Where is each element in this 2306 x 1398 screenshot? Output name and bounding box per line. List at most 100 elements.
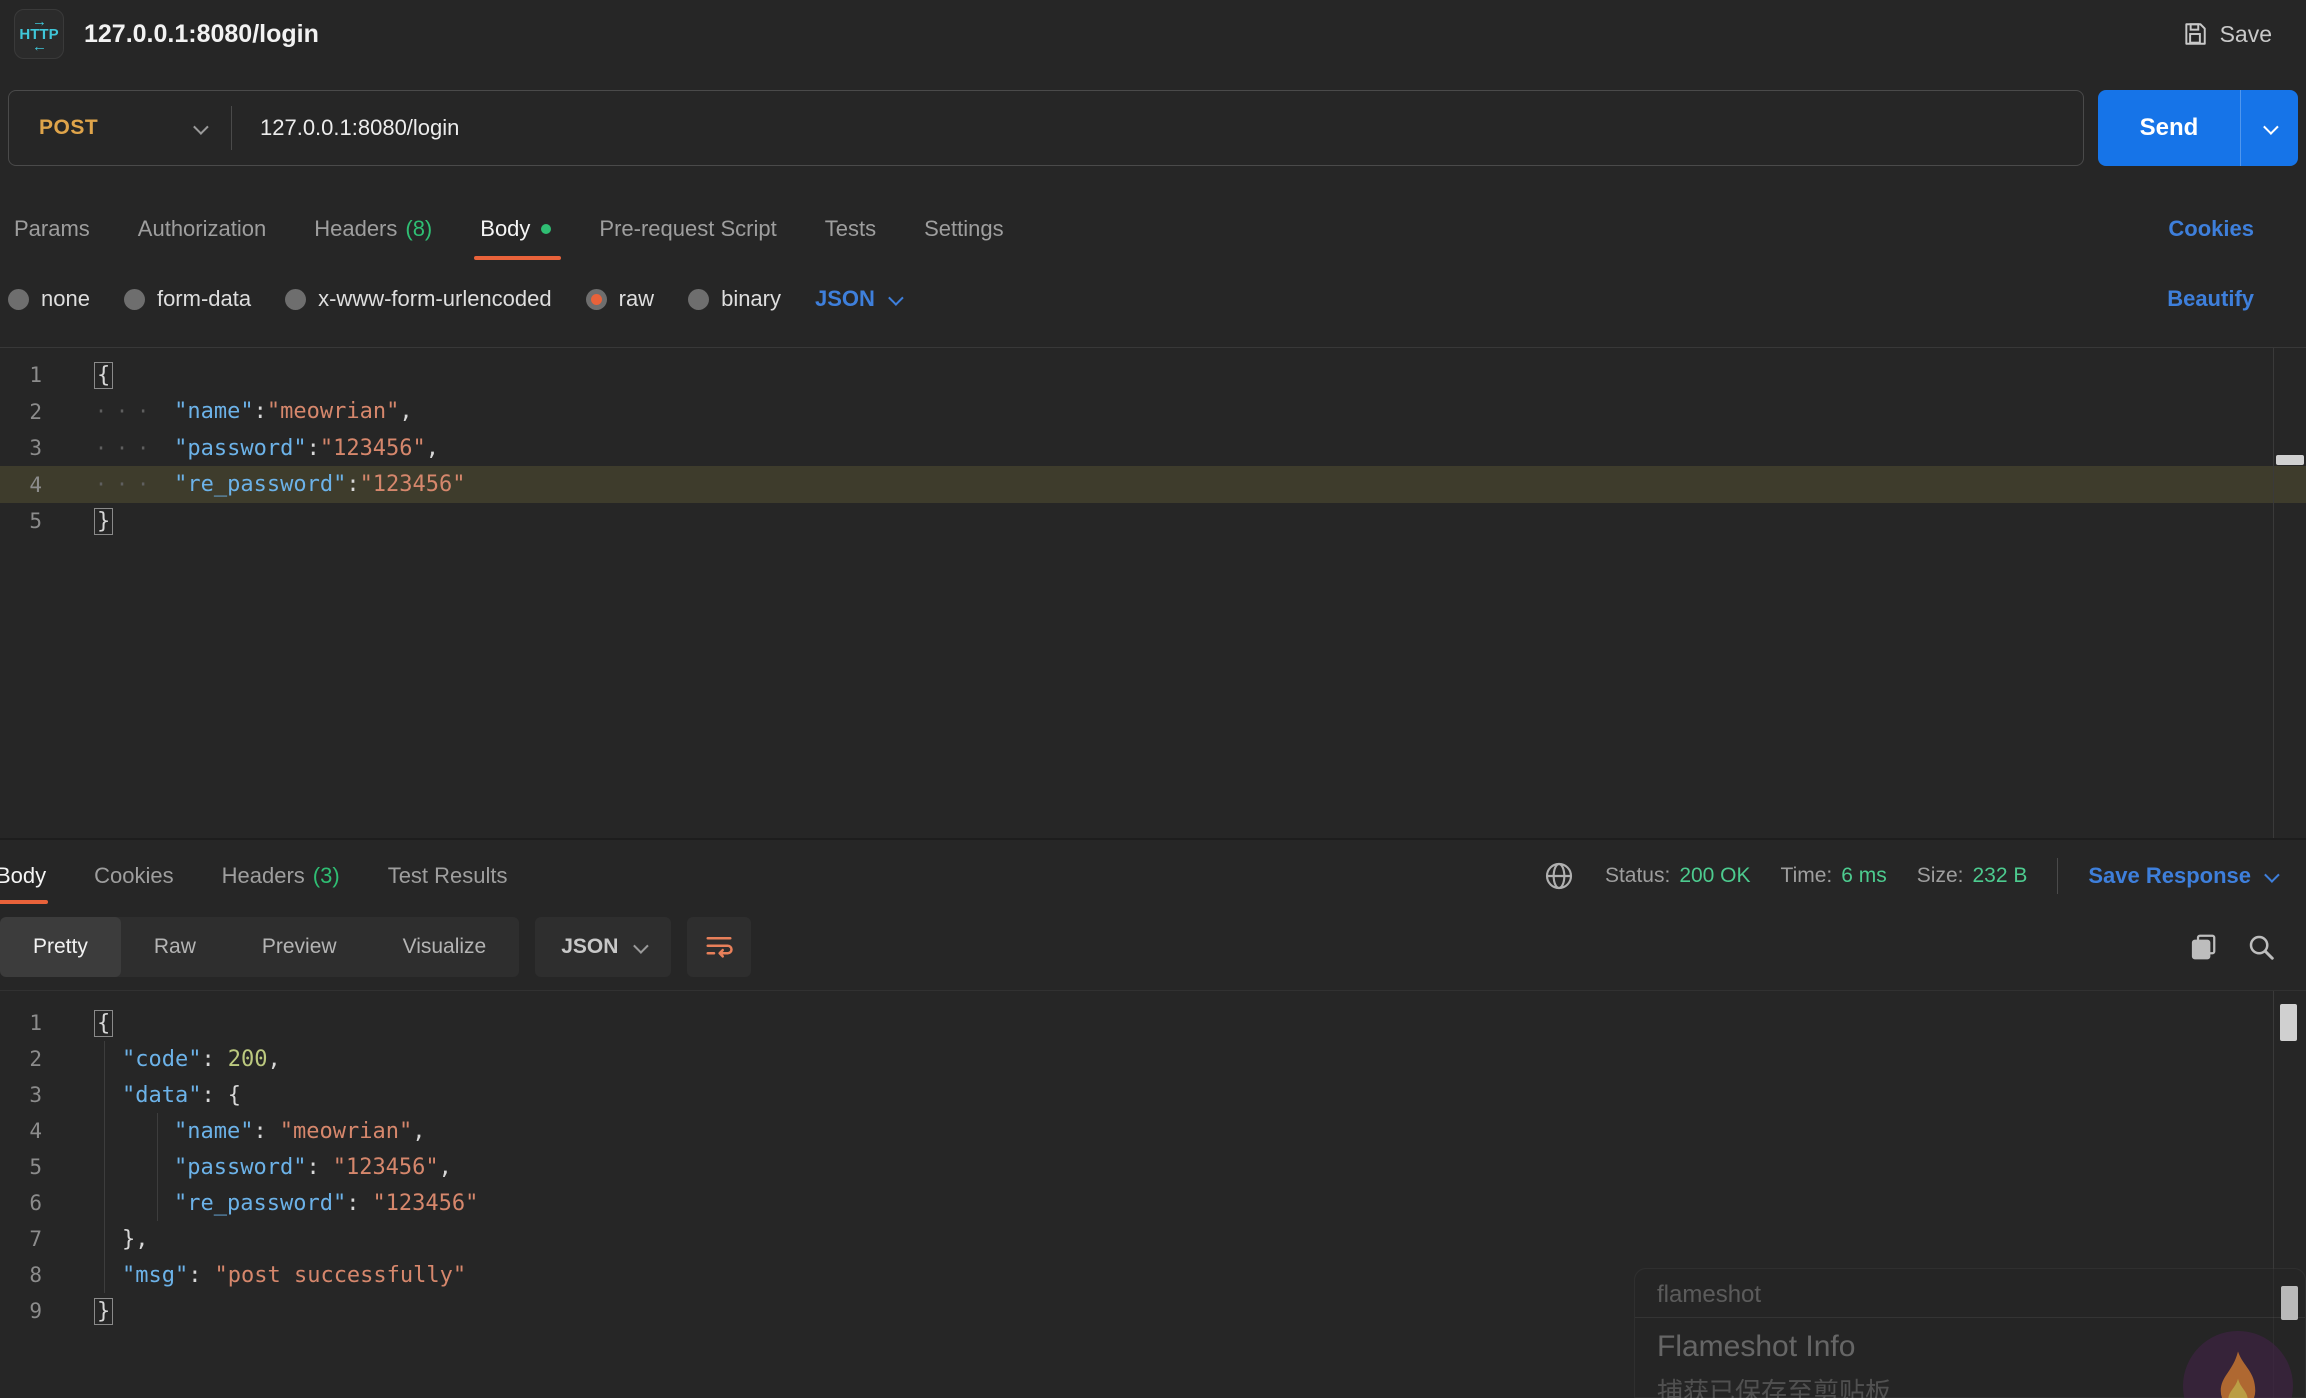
body-type-bar: none form-data x-www-form-urlencoded raw… (8, 270, 2276, 328)
response-toolbar: Pretty Raw Preview Visualize JSON (0, 915, 2276, 979)
response-tab-test-results[interactable]: Test Results (364, 848, 532, 904)
active-tab-underline (474, 256, 561, 260)
method-label: POST (39, 116, 98, 140)
code-line-current: 4 ···"re_password":"123456" (0, 467, 2306, 504)
view-visualize[interactable]: Visualize (370, 917, 520, 977)
radio-form-data[interactable]: form-data (124, 286, 251, 312)
save-icon (2182, 21, 2208, 47)
response-view-toggle: Pretty Raw Preview Visualize (0, 917, 519, 977)
http-request-icon: → HTTP ← (14, 9, 64, 59)
line-number: 5 (0, 1155, 70, 1179)
copy-icon[interactable] (2188, 932, 2218, 962)
request-tabs: Params Authorization Headers (8) Body Pr… (8, 198, 2276, 260)
size-value: 232 B (1972, 864, 2027, 888)
tab-params[interactable]: Params (8, 198, 114, 260)
radio-none[interactable]: none (8, 286, 90, 312)
chevron-down-icon (888, 290, 904, 306)
code-line: 3 "data":{ (0, 1077, 2306, 1113)
chevron-down-icon (634, 938, 650, 954)
code-line: 3 ···"password":"123456", (0, 430, 2306, 467)
save-label: Save (2220, 21, 2272, 48)
code-line: 4 "name":"meowrian", (0, 1113, 2306, 1149)
line-number: 5 (0, 509, 70, 533)
method-dropdown[interactable]: POST (9, 116, 231, 140)
view-preview[interactable]: Preview (229, 917, 370, 977)
response-scrollbar-thumb[interactable] (2280, 1004, 2297, 1041)
response-language-dropdown[interactable]: JSON (535, 917, 671, 977)
code-line: 2 "code":200, (0, 1041, 2306, 1077)
tab-settings[interactable]: Settings (900, 198, 1028, 260)
size-badge: Size: 232 B (1917, 864, 2028, 888)
save-button[interactable]: Save (2182, 21, 2272, 48)
radio-icon (8, 289, 29, 310)
code-line: 2 ···"name":"meowrian", (0, 394, 2306, 431)
body-modified-dot (541, 224, 551, 234)
radio-raw[interactable]: raw (586, 286, 654, 312)
line-number: 4 (0, 1119, 70, 1143)
send-label[interactable]: Send (2098, 90, 2240, 166)
tab-authorization[interactable]: Authorization (114, 198, 290, 260)
request-bar: POST 127.0.0.1:8080/login Send (8, 90, 2298, 166)
response-tab-cookies[interactable]: Cookies (70, 848, 197, 904)
status-badge: Status: 200 OK (1605, 864, 1751, 888)
radio-icon (124, 289, 145, 310)
tab-headers[interactable]: Headers (8) (290, 198, 456, 260)
tab-pre-request-script[interactable]: Pre-request Script (575, 198, 800, 260)
time-value: 6 ms (1841, 864, 1887, 888)
network-globe-icon[interactable] (1543, 860, 1575, 892)
line-number: 1 (0, 1011, 70, 1035)
search-icon[interactable] (2246, 932, 2276, 962)
cookies-link[interactable]: Cookies (2168, 216, 2254, 242)
line-number: 7 (0, 1227, 70, 1251)
line-number: 8 (0, 1263, 70, 1287)
radio-checked-icon (586, 289, 607, 310)
page-title: 127.0.0.1:8080/login (84, 20, 319, 49)
divider (231, 106, 232, 150)
line-number: 1 (0, 363, 70, 387)
code-line: 5 "password":"123456", (0, 1149, 2306, 1185)
url-box: POST 127.0.0.1:8080/login (8, 90, 2084, 166)
code-line: 6 "re_password":"123456" (0, 1185, 2306, 1221)
minimap-slider[interactable] (2276, 455, 2304, 465)
radio-binary[interactable]: binary (688, 286, 781, 312)
line-number: 2 (0, 400, 70, 424)
headers-count-badge: (8) (405, 216, 432, 242)
tab-tests[interactable]: Tests (801, 198, 900, 260)
wrap-lines-button[interactable] (687, 917, 751, 977)
chevron-down-icon (2263, 119, 2279, 135)
send-button[interactable]: Send (2098, 90, 2298, 166)
code-line: 1 { (0, 357, 2306, 394)
wrap-lines-icon (704, 932, 734, 962)
radio-x-www-form-urlencoded[interactable]: x-www-form-urlencoded (285, 286, 552, 312)
top-header: → HTTP ← 127.0.0.1:8080/login Save (0, 0, 2306, 68)
response-divider (0, 838, 2306, 840)
response-headers-count-badge: (3) (313, 863, 340, 889)
line-number: 6 (0, 1191, 70, 1215)
save-response-button[interactable]: Save Response (2088, 863, 2276, 889)
view-raw[interactable]: Raw (121, 917, 229, 977)
request-body-editor[interactable]: 1 { 2 ···"name":"meowrian", 3 ···"passwo… (0, 347, 2306, 838)
radio-icon (688, 289, 709, 310)
line-number: 9 (0, 1299, 70, 1323)
response-tab-body[interactable]: Body (0, 848, 70, 904)
beautify-link[interactable]: Beautify (2167, 286, 2254, 312)
view-pretty[interactable]: Pretty (0, 917, 121, 977)
line-number: 3 (0, 1083, 70, 1107)
minimap-border (2273, 348, 2274, 839)
response-tab-headers[interactable]: Headers (3) (198, 848, 364, 904)
line-number: 3 (0, 436, 70, 460)
notification-app-name: flameshot (1635, 1269, 2305, 1318)
time-badge: Time: 6 ms (1781, 864, 1887, 888)
divider (2057, 858, 2058, 894)
code-line: 7 }, (0, 1221, 2306, 1257)
overlay-scrollbar-thumb[interactable] (2281, 1286, 2298, 1320)
url-input[interactable]: 127.0.0.1:8080/login (260, 115, 459, 141)
line-number: 2 (0, 1047, 70, 1071)
line-number: 4 (0, 473, 70, 497)
body-language-dropdown[interactable]: JSON (815, 286, 900, 312)
send-options-button[interactable] (2240, 90, 2298, 166)
active-tab-underline (0, 900, 48, 904)
tab-body[interactable]: Body (456, 198, 575, 260)
code-line: 1 { (0, 1005, 2306, 1041)
chevron-down-icon (193, 119, 209, 135)
